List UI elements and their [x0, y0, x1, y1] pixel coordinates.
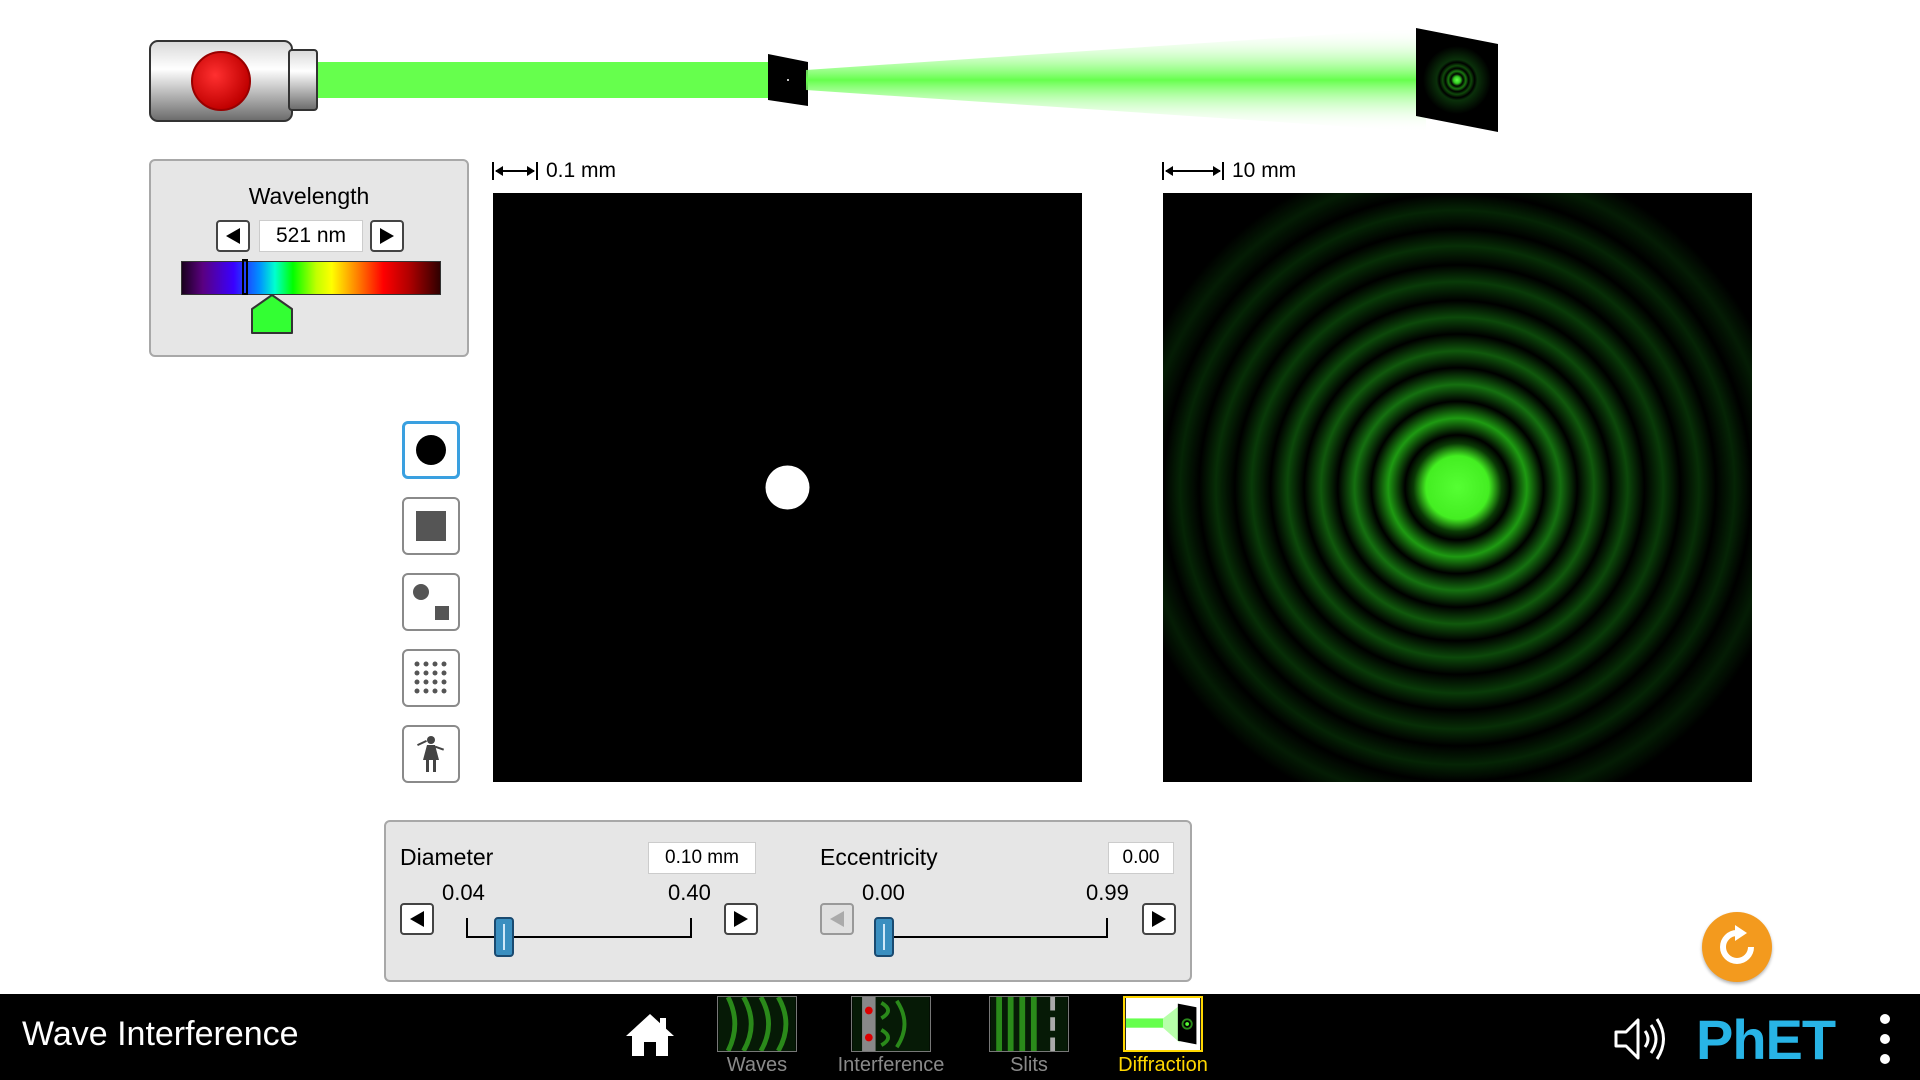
laser-beam — [318, 62, 772, 98]
shape-rectangle-button[interactable] — [402, 497, 460, 555]
aperture-control-panel: Diameter 0.10 mm 0.04 0.40 Eccentricity … — [384, 820, 1192, 982]
tab-slits-label: Slits — [1010, 1054, 1048, 1076]
tab-waves-label: Waves — [726, 1054, 788, 1076]
phet-logo[interactable]: PhET — [1696, 1012, 1836, 1068]
arrow-left-icon — [830, 911, 844, 927]
detector-screen-icon — [1416, 28, 1498, 132]
reset-icon — [1720, 925, 1754, 964]
eccentricity-max-label: 0.99 — [1086, 880, 1129, 905]
wavelength-value: 521 nm — [259, 220, 363, 252]
diffracted-beam — [806, 28, 1426, 132]
eccentricity-track-end — [1106, 918, 1108, 938]
tab-diffraction[interactable]: Diffraction — [1108, 996, 1218, 1080]
dancing-figure-icon — [417, 736, 445, 772]
wavelength-spectrum-slider[interactable] — [181, 261, 441, 295]
tab-interference[interactable]: Interference — [836, 996, 946, 1080]
shape-circle-button[interactable] — [402, 421, 460, 479]
reset-all-button[interactable] — [1702, 912, 1772, 982]
aperture-scale-indicator: 0.1 mm — [492, 159, 617, 182]
diameter-slider-thumb[interactable] — [494, 917, 514, 957]
slits-tab-icon — [989, 996, 1069, 1052]
tab-diffraction-label: Diffraction — [1118, 1054, 1208, 1076]
wavelength-increase-button[interactable] — [370, 220, 404, 252]
arrow-right-icon — [1152, 911, 1166, 927]
aperture-scale-label: 0.1 mm — [546, 159, 617, 182]
diameter-value: 0.10 mm — [648, 842, 756, 874]
eccentricity-slider-thumb[interactable] — [874, 917, 894, 957]
laser-pointer-icon[interactable] — [149, 40, 320, 122]
aperture-view — [493, 193, 1082, 782]
scale-bar-icon — [1162, 162, 1224, 180]
waves-tab-icon — [717, 996, 797, 1052]
diameter-max-label: 0.40 — [668, 880, 711, 905]
eccentricity-value: 0.00 — [1108, 842, 1174, 874]
diameter-track-end — [690, 918, 692, 938]
arrow-right-icon — [380, 228, 394, 244]
shape-circle-square-button[interactable] — [402, 573, 460, 631]
arrow-left-icon — [226, 228, 240, 244]
wavelength-title: Wavelength — [248, 183, 370, 209]
diameter-track-start — [466, 918, 468, 938]
eccentricity-decrease-button[interactable] — [820, 903, 854, 935]
aperture-card-icon — [768, 54, 808, 106]
tab-interference-label: Interference — [837, 1054, 945, 1076]
square-icon — [416, 511, 446, 541]
circle-and-square-icon — [413, 584, 449, 620]
diameter-increase-button[interactable] — [724, 903, 758, 935]
arrow-left-icon — [410, 911, 424, 927]
interference-tab-icon — [851, 996, 931, 1052]
pattern-scale-label: 10 mm — [1232, 159, 1297, 182]
diameter-decrease-button[interactable] — [400, 903, 434, 935]
tab-slits[interactable]: Slits — [974, 996, 1084, 1080]
eccentricity-label: Eccentricity — [820, 844, 938, 870]
diffraction-pattern-view — [1163, 193, 1752, 782]
shape-figure-button[interactable] — [402, 725, 460, 783]
arrow-right-icon — [734, 911, 748, 927]
dot-grid-icon — [414, 661, 447, 694]
pattern-scale-indicator: 10 mm — [1162, 159, 1297, 182]
airy-pattern — [1163, 193, 1752, 782]
wavelength-slider-thumb[interactable] — [250, 293, 294, 337]
eccentricity-slider-track[interactable] — [882, 936, 1108, 938]
eccentricity-increase-button[interactable] — [1142, 903, 1176, 935]
home-icon[interactable] — [624, 1012, 676, 1058]
diameter-label: Diameter — [400, 844, 494, 870]
tab-waves[interactable]: Waves — [702, 996, 812, 1080]
diffraction-tab-icon — [1123, 996, 1203, 1052]
wavelength-panel: Wavelength 521 nm — [149, 159, 469, 357]
sim-title: Wave Interference — [22, 1015, 299, 1053]
shape-lattice-button[interactable] — [402, 649, 460, 707]
wavelength-decrease-button[interactable] — [216, 220, 250, 252]
scale-bar-icon — [492, 162, 538, 180]
circular-aperture — [765, 465, 810, 510]
menu-kebab-icon[interactable] — [1878, 1014, 1892, 1064]
eccentricity-min-label: 0.00 — [862, 880, 905, 905]
diameter-min-label: 0.04 — [442, 880, 485, 905]
sound-icon[interactable] — [1612, 1016, 1670, 1062]
circle-icon — [416, 435, 446, 465]
spectrum-marker — [242, 259, 248, 295]
